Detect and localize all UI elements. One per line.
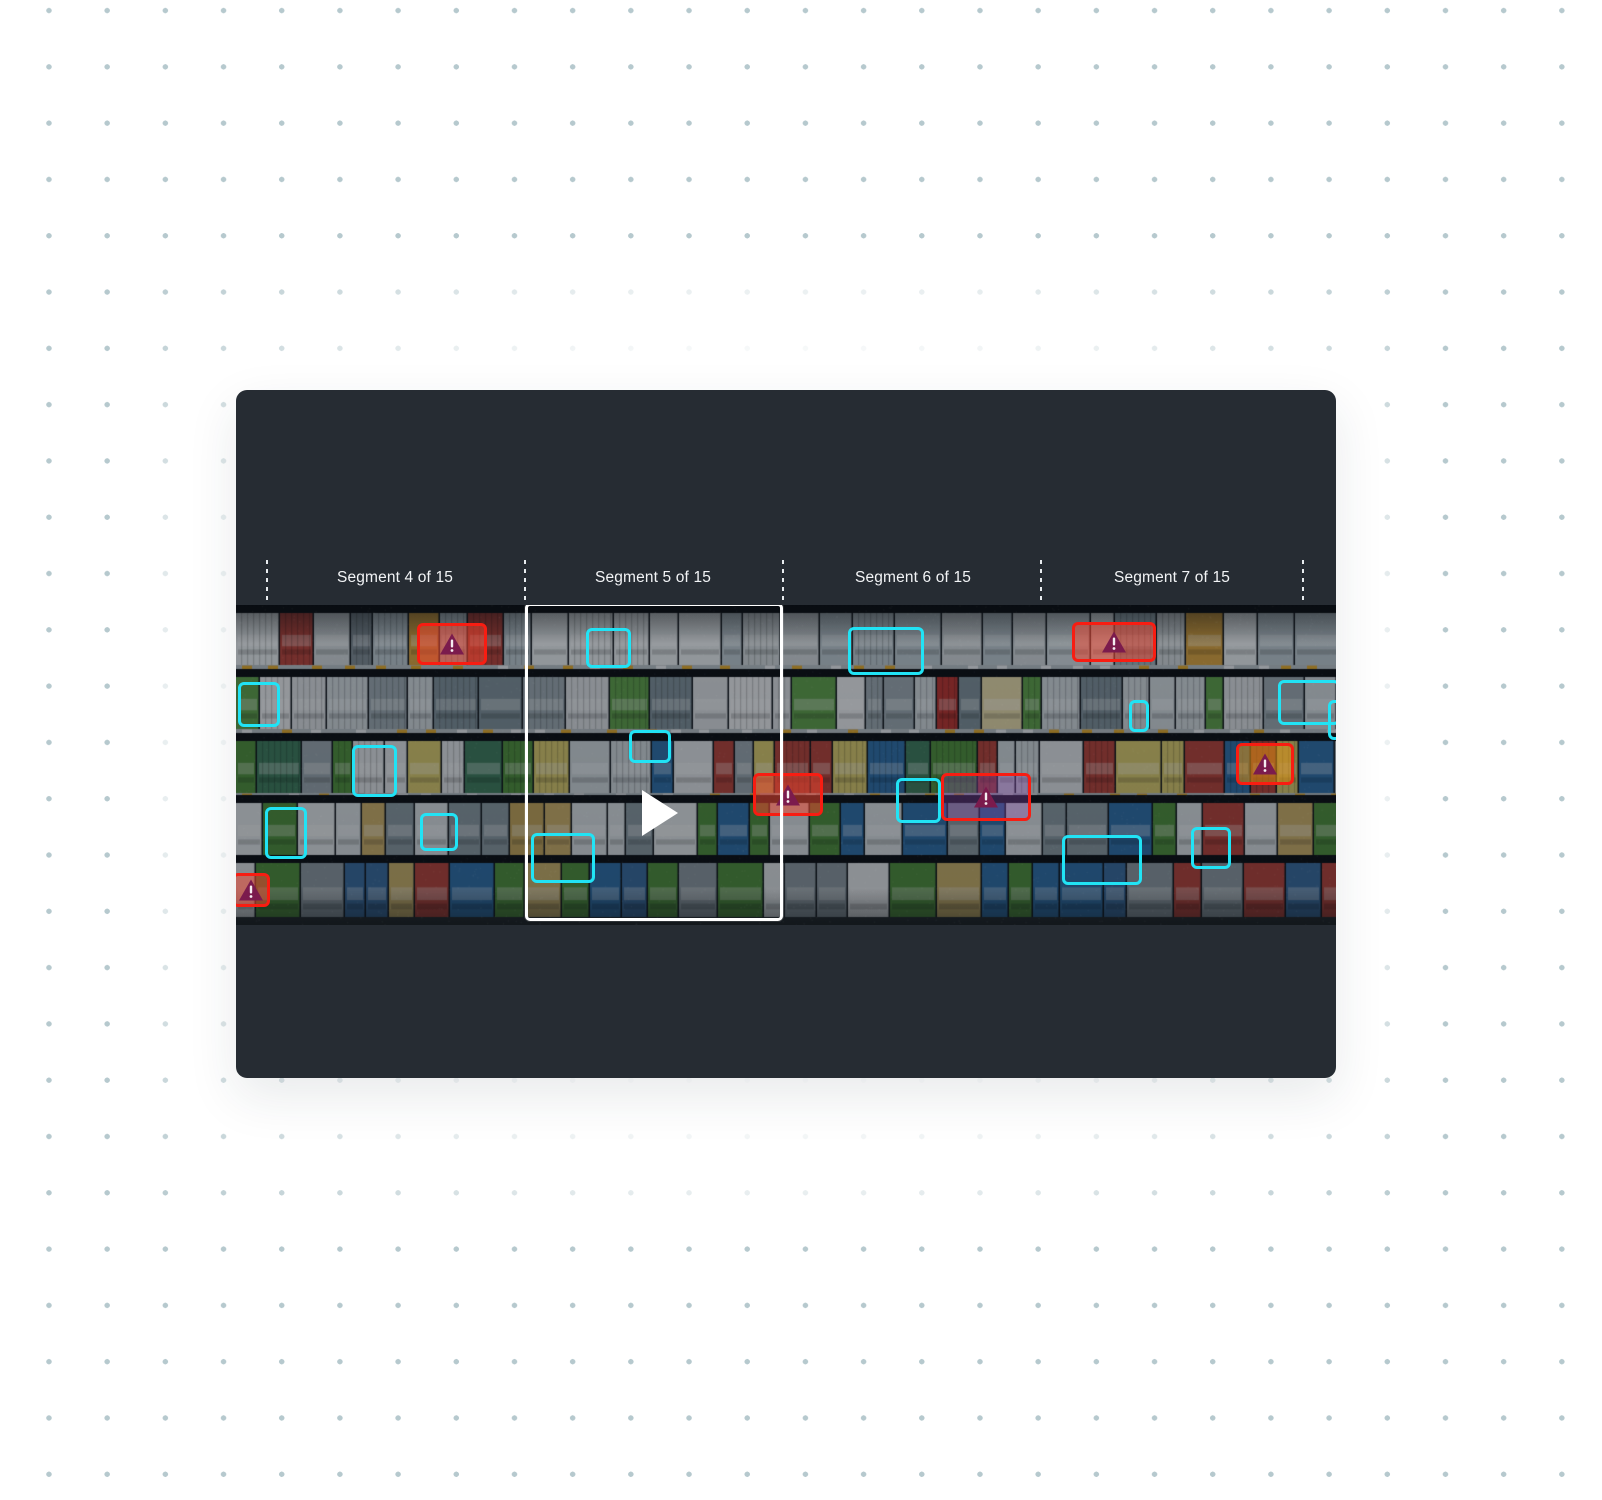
play-icon[interactable] [642,790,678,836]
segment-tick [1302,560,1304,605]
segment-ruler: Segment 4 of 15 Segment 5 of 15 Segment … [236,560,1336,605]
detection-box-alert[interactable] [1072,622,1156,662]
segment-tick [524,560,526,605]
detection-box-in-stock[interactable] [1328,700,1336,740]
detection-box-alert[interactable] [417,623,487,665]
detection-box-in-stock[interactable] [265,807,307,859]
detection-box-in-stock[interactable] [1062,835,1142,885]
segment-tick [1040,560,1042,605]
detection-overlay-layer [236,605,1336,925]
segment-selection-window[interactable] [525,605,783,921]
detection-box-in-stock[interactable] [1191,827,1231,869]
detection-box-alert[interactable] [941,773,1031,821]
segment-tick [782,560,784,605]
segment-label-4[interactable]: Segment 4 of 15 [337,569,453,587]
detection-box-alert[interactable] [236,873,270,907]
segment-label-7[interactable]: Segment 7 of 15 [1114,569,1230,587]
detection-box-in-stock[interactable] [848,627,924,675]
segment-label-5[interactable]: Segment 5 of 15 [595,569,711,587]
detection-box-in-stock[interactable] [420,813,458,851]
detection-box-alert[interactable] [1236,743,1294,785]
detection-box-in-stock[interactable] [896,778,941,823]
shelf-image-strip[interactable] [236,605,1336,925]
detection-box-in-stock[interactable] [1129,700,1149,732]
segment-tick [266,560,268,605]
detection-box-in-stock[interactable] [238,682,280,727]
detection-box-in-stock[interactable] [352,745,397,797]
segment-label-6[interactable]: Segment 6 of 15 [855,569,971,587]
shelf-viewer-card: Segment 4 of 15 Segment 5 of 15 Segment … [236,390,1336,1078]
